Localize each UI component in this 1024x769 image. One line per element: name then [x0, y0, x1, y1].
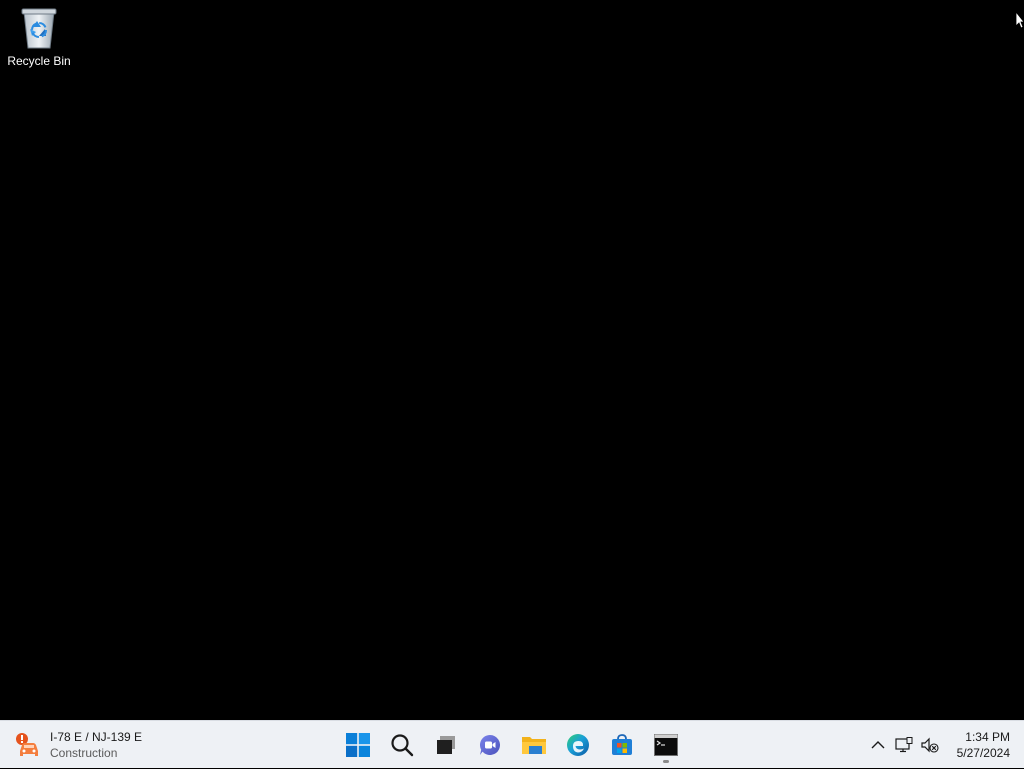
desktop-icon-recycle-bin[interactable]: Recycle Bin — [4, 6, 74, 74]
network-button[interactable] — [891, 729, 917, 761]
widget-title: I-78 E / NJ-139 E — [50, 730, 143, 744]
show-hidden-icons-button[interactable] — [865, 729, 891, 761]
file-explorer-icon — [522, 737, 546, 754]
chat-button[interactable] — [468, 725, 512, 765]
running-indicator — [663, 760, 669, 763]
windows-start-icon — [346, 733, 370, 757]
task-view-icon — [437, 736, 455, 754]
desktop[interactable]: Recycle Bin — [0, 0, 1024, 720]
chevron-up-icon — [871, 741, 885, 749]
taskbar: I-78 E / NJ-139 E Construction 1:34 PM 5… — [0, 720, 1024, 768]
clock-time: 1:34 PM — [965, 730, 1010, 744]
edge-icon — [567, 734, 589, 756]
store-icon — [612, 734, 632, 755]
desktop-icon-label: Recycle Bin — [7, 54, 71, 68]
edge-button[interactable] — [556, 725, 600, 765]
clock-date: 5/27/2024 — [956, 746, 1010, 760]
volume-muted-icon — [921, 737, 939, 753]
weather-traffic-widget[interactable]: I-78 E / NJ-139 E Construction — [14, 727, 142, 763]
search-button[interactable] — [380, 725, 424, 765]
store-button[interactable] — [600, 725, 644, 765]
start-button[interactable] — [336, 725, 380, 765]
traffic-alert-icon — [16, 733, 38, 756]
file-explorer-button[interactable] — [512, 725, 556, 765]
widget-subtitle: Construction — [50, 746, 118, 760]
system-tray: 1:34 PM 5/27/2024 — [865, 721, 1024, 769]
mouse-cursor-icon — [1016, 12, 1024, 29]
taskbar-clock[interactable]: 1:34 PM 5/27/2024 — [943, 729, 1024, 761]
task-view-button[interactable] — [424, 725, 468, 765]
recycle-bin-icon — [19, 6, 59, 50]
network-icon — [895, 737, 913, 753]
search-icon — [391, 734, 414, 757]
chat-icon — [479, 734, 501, 755]
terminal-icon — [654, 734, 678, 756]
volume-button[interactable] — [917, 729, 943, 761]
taskbar-apps — [336, 721, 688, 769]
command-prompt-button[interactable] — [644, 725, 688, 765]
